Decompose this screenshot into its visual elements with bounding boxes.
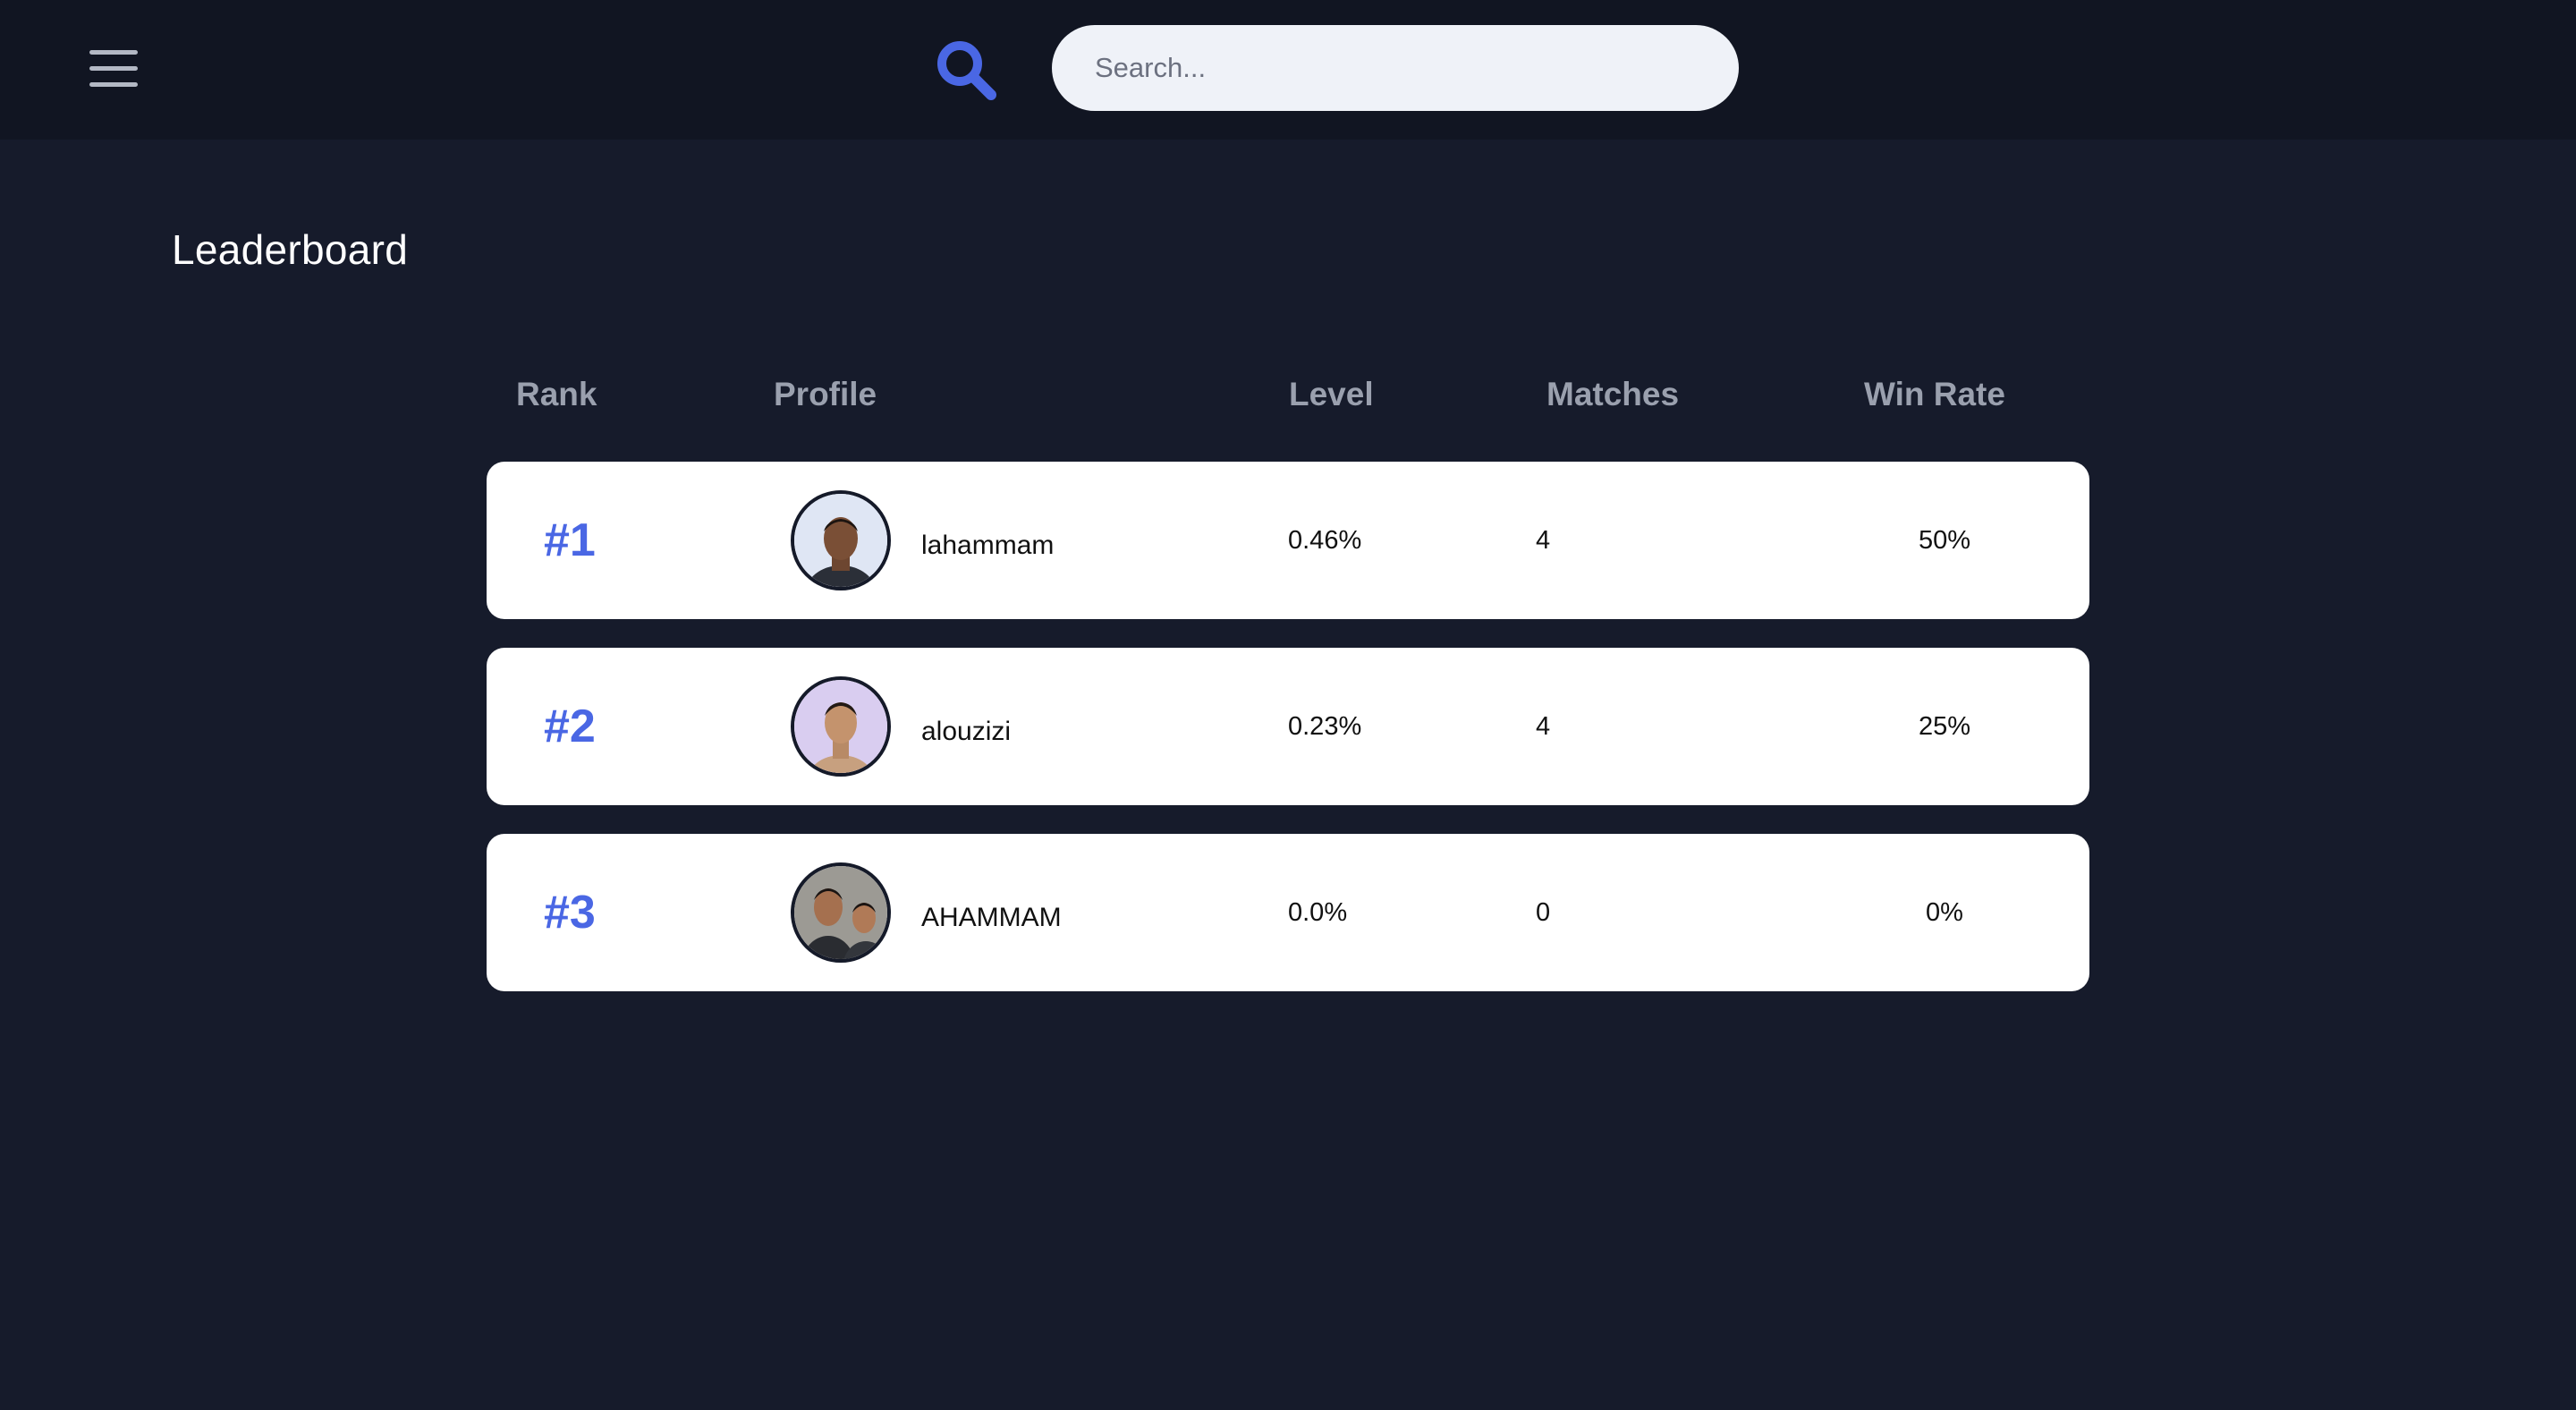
username[interactable]: alouzizi	[921, 648, 1011, 805]
level-value: 0.23%	[1288, 712, 1362, 741]
matches-value: 0	[1536, 898, 1551, 927]
rank-label: #3	[544, 887, 596, 939]
avatar[interactable]	[791, 676, 891, 777]
win-rate-value: 0%	[1926, 898, 1963, 927]
rank-label: #1	[544, 514, 596, 566]
column-header-matches: Matches	[1546, 376, 1680, 412]
column-header-rank: Rank	[516, 376, 597, 412]
avatar[interactable]	[791, 862, 891, 963]
menu-bar-line	[89, 50, 138, 55]
win-rate-value: 50%	[1918, 526, 1971, 555]
level-value: 0.46%	[1288, 526, 1362, 555]
username[interactable]: AHAMMAM	[921, 834, 1062, 991]
leaderboard-row[interactable]: #1 lahammam 0.46% 4 50%	[487, 462, 2089, 619]
level-value: 0.0%	[1288, 898, 1348, 927]
avatar[interactable]	[791, 490, 891, 590]
search-icon[interactable]	[934, 38, 998, 102]
rank-label: #2	[544, 701, 596, 752]
leaderboard-row[interactable]: #3 AHAMMAM 0.0% 0 0%	[487, 834, 2089, 991]
username[interactable]: lahammam	[921, 462, 1054, 619]
leaderboard-row[interactable]: #2 alouzizi 0.23% 4 25%	[487, 648, 2089, 805]
column-header-level: Level	[1289, 376, 1374, 412]
page-title: Leaderboard	[172, 226, 409, 273]
column-header-win-rate: Win Rate	[1864, 376, 2005, 412]
hamburger-menu-button[interactable]	[86, 45, 141, 91]
search-input[interactable]	[1052, 25, 1739, 111]
matches-value: 4	[1536, 712, 1551, 741]
matches-value: 4	[1536, 526, 1551, 555]
column-header-profile: Profile	[774, 376, 877, 412]
menu-bar-line	[89, 82, 138, 87]
menu-bar-line	[89, 66, 138, 71]
win-rate-value: 25%	[1918, 712, 1971, 741]
top-bar	[0, 0, 2576, 140]
